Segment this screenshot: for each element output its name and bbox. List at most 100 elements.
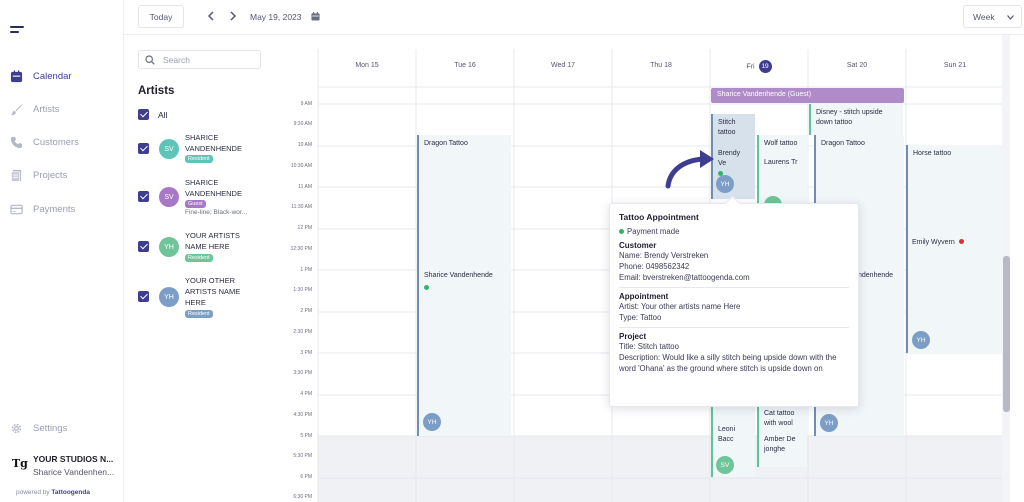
next-week-button[interactable] <box>225 8 241 24</box>
resident-badge: Resident <box>185 254 213 262</box>
tattoogenda-logo: Tg <box>12 457 28 470</box>
artist-checkbox[interactable] <box>138 291 149 302</box>
day-header-sat[interactable]: Sat 20 <box>808 62 906 74</box>
customer-phone: Phone: 0498562342 <box>619 262 690 271</box>
menu-toggle-icon[interactable] <box>10 26 24 34</box>
appointment-artist: Artist: Your other artists name Here <box>619 302 741 311</box>
day-header-thu[interactable]: Thu 18 <box>612 62 710 74</box>
payment-status-dot <box>619 229 624 234</box>
artist-name: SHARICE VANDENHENDE <box>185 178 242 198</box>
today-button[interactable]: Today <box>138 5 184 28</box>
chevron-right-icon <box>230 11 237 21</box>
calendar-scrollbar-thumb[interactable] <box>1003 256 1010 412</box>
avatar: SV <box>159 139 179 159</box>
artists-heading: Artists <box>138 85 175 97</box>
calendar-icon <box>10 69 23 82</box>
time-label: 3 PM <box>300 350 312 356</box>
guest-availability-banner[interactable]: Sharice Vandenhende (Guest) <box>711 88 904 103</box>
document-icon <box>11 169 22 182</box>
divider <box>619 327 849 328</box>
resident-badge: Resident <box>185 310 213 318</box>
event-customer-name: Emily Wyvern <box>912 239 955 246</box>
time-label: 4:30 PM <box>293 412 312 418</box>
appointment-disney-stitch[interactable]: Disney - stitch upside down tattoo <box>809 104 903 135</box>
user-name: Sharice Vandenhen... <box>33 467 115 477</box>
artist-styles: Fine-line; Black-wor... <box>185 209 248 216</box>
appointment-wolf-tattoo[interactable]: Wolf tattoo Laurens Tr <box>757 135 807 205</box>
event-customer: Laurens Tr <box>764 159 798 166</box>
day-header-label: Fri <box>746 63 755 71</box>
event-customer: Brendy Ve <box>718 150 741 167</box>
artist-row[interactable]: SV SHARICE VANDENHENDE Guest Fine-line; … <box>138 177 268 221</box>
search-input[interactable] <box>163 53 253 66</box>
sidebar-item-calendar[interactable]: Calendar <box>0 61 123 91</box>
artist-name: SHARICE VANDENHENDE <box>185 133 242 153</box>
sidebar-item-label: Projects <box>33 169 68 181</box>
time-label: 10 AM <box>297 142 312 148</box>
appointment-cat-tattoo[interactable]: Cat tattoo with wool Amber De jonghe <box>757 405 807 467</box>
studio-name: YOUR STUDIOS N... <box>33 454 114 464</box>
time-label: 11:30 AM <box>291 204 312 210</box>
view-select[interactable]: Week <box>963 5 1022 28</box>
artist-row[interactable]: YH YOUR ARTISTS NAME HERE Resident <box>138 230 268 266</box>
chevron-left-icon <box>207 11 214 21</box>
sidebar-item-projects[interactable]: Projects <box>0 160 123 190</box>
artist-name: YOUR ARTISTS NAME HERE <box>185 231 240 251</box>
sidebar-item-artists[interactable]: Artists <box>0 94 123 124</box>
appointment-dragon-tattoo[interactable]: Dragon Tattoo <box>417 135 511 436</box>
project-title: Title: Stitch tattoo <box>619 342 679 351</box>
gear-icon <box>11 423 22 433</box>
view-select-label: Week <box>973 11 995 22</box>
day-header-tue[interactable]: Tue 16 <box>416 62 514 74</box>
artist-row[interactable]: SV SHARICE VANDENHENDE Resident <box>138 132 268 170</box>
customer-email: Email: bverstreken@tattoogenda.com <box>619 273 750 282</box>
time-label: 9:30 AM <box>293 121 312 127</box>
avatar: YH <box>820 414 838 432</box>
artist-search[interactable] <box>138 50 261 69</box>
powered-by: powered by Tattoogenda <box>16 489 90 496</box>
time-label: 1 PM <box>300 267 312 273</box>
current-date: May 19, 2023 <box>250 12 302 22</box>
sidebar: Calendar Artists Customers Projects Paym… <box>0 0 124 502</box>
event-title: Wolf tattoo <box>764 140 798 147</box>
card-icon <box>10 204 23 214</box>
previous-week-button[interactable] <box>203 8 219 24</box>
time-label: 6 PM <box>300 474 312 480</box>
day-header-sun[interactable]: Sun 21 <box>906 62 1004 74</box>
day-header-fri[interactable]: Fri 19 <box>710 60 808 73</box>
popover-title: Tattoo Appointment <box>619 212 699 222</box>
day-header-mon[interactable]: Mon 15 <box>318 62 416 74</box>
artist-row[interactable]: YH YOUR OTHER ARTISTS NAME HERE Resident <box>138 275 268 321</box>
search-icon <box>145 55 155 65</box>
appointment-details-popover: Tattoo Appointment Payment made Customer… <box>609 203 859 407</box>
sidebar-item-settings[interactable]: Settings <box>0 413 123 443</box>
date-picker-icon[interactable] <box>311 12 320 21</box>
artist-checkbox[interactable] <box>138 143 149 154</box>
powered-by-prefix: powered by <box>16 489 50 496</box>
time-label: 9 AM <box>300 101 312 107</box>
sidebar-item-payments[interactable]: Payments <box>0 194 123 224</box>
sidebar-item-label: Customers <box>33 136 79 148</box>
powered-by-brand[interactable]: Tattoogenda <box>51 489 90 496</box>
payment-status-label: Payment made <box>627 227 680 236</box>
phone-icon <box>10 136 23 148</box>
day-header-wed[interactable]: Wed 17 <box>514 62 612 74</box>
event-customer: ndenhende <box>858 272 894 279</box>
sidebar-item-customers[interactable]: Customers <box>0 127 123 157</box>
select-all-checkbox[interactable] <box>138 109 149 120</box>
appointment-horse-tattoo[interactable]: Horse tattoo <box>906 145 1002 353</box>
pointer-arrow-icon <box>665 150 714 189</box>
sidebar-item-label: Payments <box>33 203 76 215</box>
artist-checkbox[interactable] <box>138 191 149 202</box>
time-label: 2 PM <box>300 308 312 314</box>
avatar: YH <box>159 237 179 257</box>
time-label: 2:30 PM <box>293 329 312 335</box>
time-label: 6:30 PM <box>293 494 312 500</box>
sidebar-item-label: Calendar <box>33 70 72 82</box>
customer-name: Name: Brendy Verstreken <box>619 251 709 260</box>
time-label: 12 PM <box>297 225 312 231</box>
time-label: 5:30 PM <box>293 453 312 459</box>
artist-checkbox[interactable] <box>138 241 149 252</box>
event-title: Disney - stitch upside down tattoo <box>816 109 883 126</box>
event-customer: Emily Wyvern <box>912 239 964 246</box>
